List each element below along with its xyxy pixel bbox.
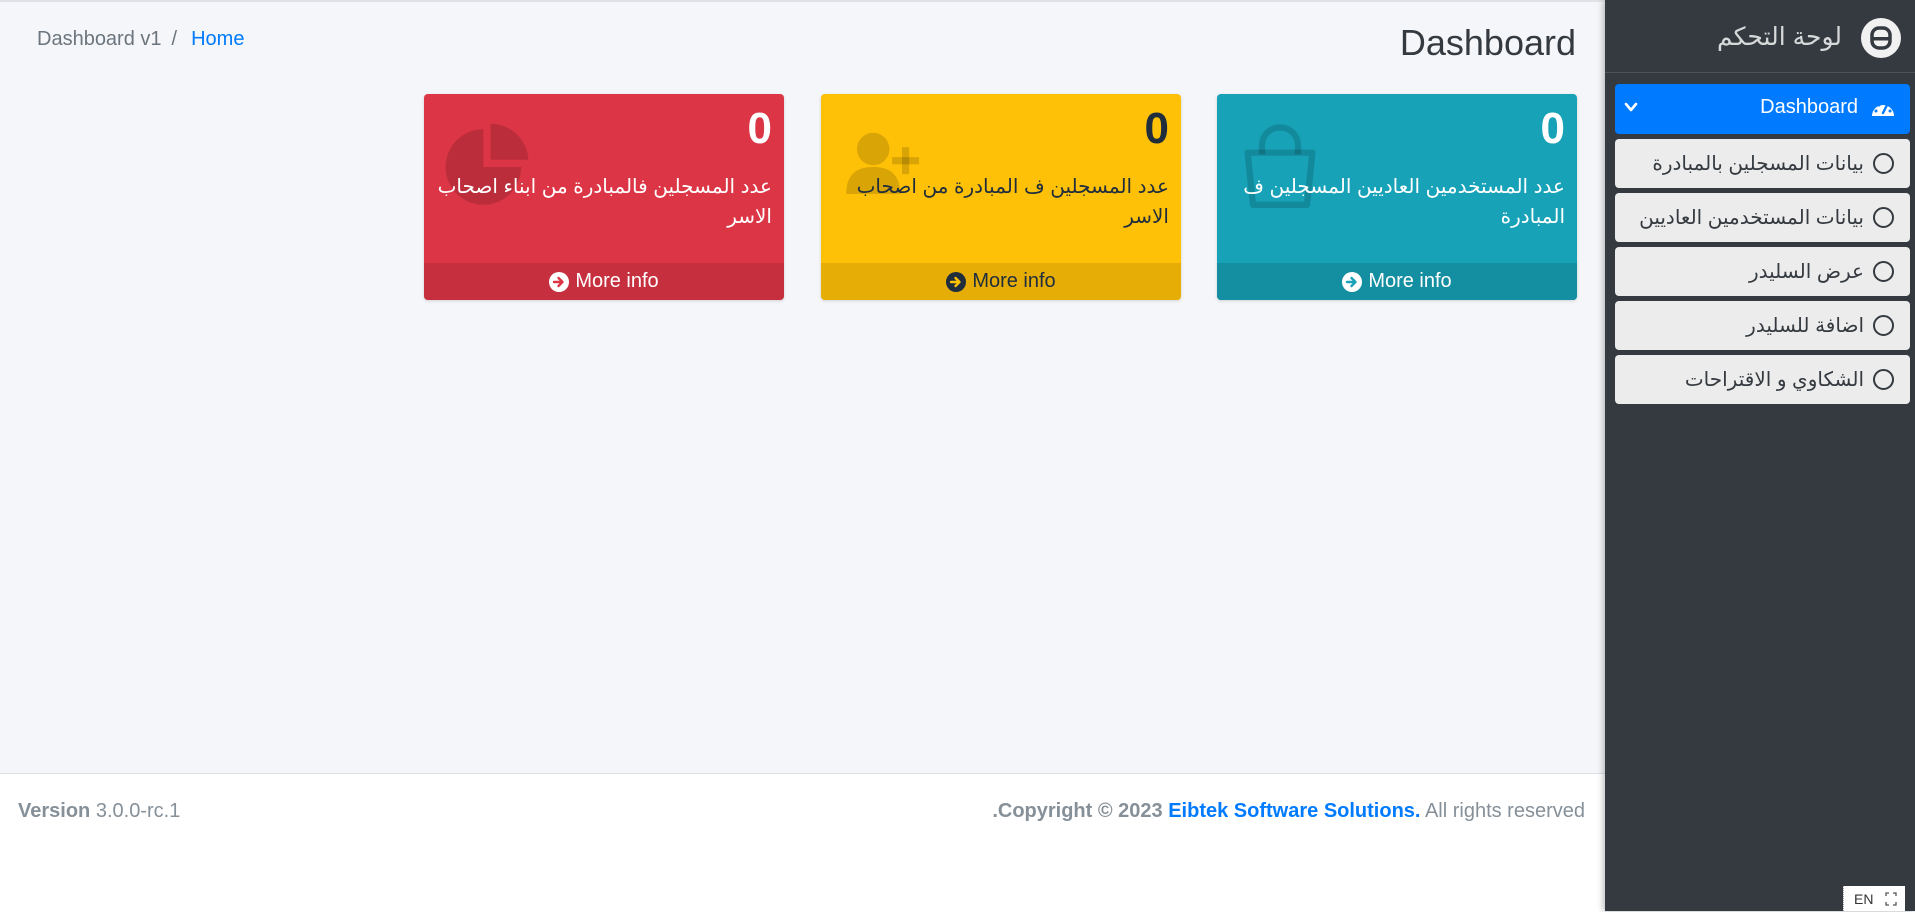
footer: Version 3.0.0-rc.1 .Copyright © 2023 Eib… bbox=[0, 773, 1605, 912]
breadcrumb: Dashboard v1 / Home bbox=[37, 28, 244, 51]
sidebar: لوحة التحكم Dashboard بيانات المسجلين با… bbox=[1605, 0, 1915, 911]
circle-icon bbox=[1873, 315, 1894, 336]
sidebar-item-regular-users[interactable]: بيانات المستخدمين العاديين bbox=[1615, 193, 1910, 242]
sidebar-item-label: اضافة للسليدر bbox=[1746, 315, 1864, 337]
sidebar-item-complaints[interactable]: الشكاوي و الاقتراحات bbox=[1615, 355, 1910, 404]
rights-text: All rights reserved bbox=[1424, 800, 1585, 822]
version-value: 3.0.0-rc.1 bbox=[95, 800, 181, 822]
box-description: عدد المسجلين فالمبادرة من ابناء اصحاب ال… bbox=[437, 176, 772, 228]
chevron-down-icon bbox=[1624, 102, 1638, 112]
circle-icon bbox=[1873, 261, 1894, 282]
sidebar-item-label: Dashboard bbox=[1760, 96, 1858, 118]
version-label: Version bbox=[18, 800, 91, 822]
tachometer-icon bbox=[1872, 103, 1894, 116]
sidebar-item-dashboard[interactable]: Dashboard bbox=[1615, 84, 1910, 134]
box-description: عدد المسجلين ف المبادرة من اصحاب الاسر bbox=[856, 176, 1169, 228]
sidebar-item-label: بيانات المسجلين بالمبادرة bbox=[1652, 153, 1864, 175]
more-info-link[interactable]: More info bbox=[821, 263, 1181, 300]
sidebar-item-label: عرض السليدر bbox=[1748, 261, 1864, 283]
expand-icon bbox=[1885, 891, 1898, 906]
box-description: عدد المستخدمين العاديين المسجلين ف المبا… bbox=[1243, 176, 1565, 228]
breadcrumb-home-link[interactable]: Home bbox=[191, 28, 244, 51]
version-info: Version 3.0.0-rc.1 bbox=[18, 800, 180, 823]
arrow-circle-right-icon bbox=[946, 271, 967, 292]
breadcrumb-current: Dashboard v1 bbox=[37, 28, 162, 50]
sidebar-item-label: الشكاوي و الاقتراحات bbox=[1684, 369, 1864, 391]
circle-icon bbox=[1873, 153, 1894, 174]
language-label: EN bbox=[1854, 890, 1874, 907]
breadcrumb-separator: / bbox=[171, 28, 178, 50]
more-info-link[interactable]: More info bbox=[1217, 263, 1577, 300]
more-info-label: More info bbox=[575, 270, 659, 292]
top-border bbox=[0, 0, 1605, 2]
brand-link[interactable]: لوحة التحكم bbox=[1605, 0, 1915, 73]
sidebar-item-initiative-registrants[interactable]: بيانات المسجلين بالمبادرة bbox=[1615, 139, 1910, 188]
more-info-label: More info bbox=[972, 270, 1056, 292]
arrow-circle-right-icon bbox=[549, 271, 570, 292]
page-title: Dashboard bbox=[1399, 22, 1576, 63]
regular-users-box: 0 عدد المستخدمين العاديين المسجلين ف الم… bbox=[1217, 94, 1577, 300]
sidebar-nav: Dashboard بيانات المسجلين بالمبادرة بيان… bbox=[1615, 84, 1910, 409]
brand-text: لوحة التحكم bbox=[1716, 23, 1842, 51]
brand-logo-icon bbox=[1861, 18, 1901, 58]
arrow-circle-right-icon bbox=[1342, 271, 1363, 292]
language-indicator[interactable]: EN bbox=[1843, 886, 1905, 911]
registered-families-box: 0 عدد المسجلين ف المبادرة من اصحاب الاسر… bbox=[821, 94, 1181, 300]
box-count: 0 bbox=[747, 104, 772, 153]
sidebar-item-add-slider[interactable]: اضافة للسليدر bbox=[1615, 301, 1910, 350]
copyright: .Copyright © 2023 Eibtek Software Soluti… bbox=[992, 800, 1585, 823]
registered-children-box: 0 عدد المسجلين فالمبادرة من ابناء اصحاب … bbox=[424, 94, 784, 300]
copyright-prefix: Copyright © 2023 bbox=[997, 800, 1163, 822]
circle-icon bbox=[1873, 207, 1894, 228]
box-count: 0 bbox=[1540, 104, 1565, 153]
sidebar-item-view-slider[interactable]: عرض السليدر bbox=[1615, 247, 1910, 296]
more-info-link[interactable]: More info bbox=[424, 263, 784, 300]
more-info-label: More info bbox=[1368, 270, 1452, 292]
company-link[interactable]: Eibtek Software Solutions. bbox=[1168, 800, 1420, 822]
sidebar-item-label: بيانات المستخدمين العاديين bbox=[1639, 207, 1864, 229]
circle-icon bbox=[1873, 369, 1894, 390]
box-count: 0 bbox=[1144, 104, 1169, 153]
